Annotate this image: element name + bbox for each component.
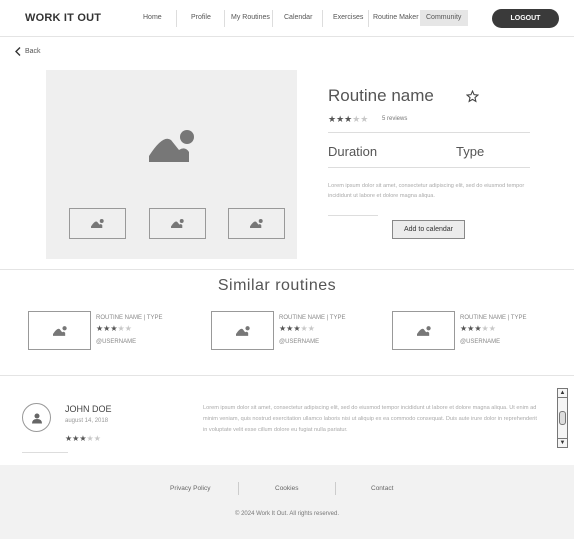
image-placeholder-icon bbox=[91, 219, 104, 228]
star-empty-icon: ★★ bbox=[352, 114, 369, 124]
rating-stars: ★★★★★ bbox=[460, 324, 496, 333]
similar-routines-title: Similar routines bbox=[217, 277, 337, 294]
divider bbox=[328, 215, 378, 216]
nav-routine-maker[interactable]: Routine Maker bbox=[373, 14, 419, 21]
divider bbox=[328, 132, 530, 133]
scroll-up-arrow-icon[interactable]: ▲ bbox=[558, 389, 567, 398]
nav-divider bbox=[176, 10, 177, 27]
similar-routine-card[interactable]: ROUTINE NAME | TYPE ★★★★★ @USERNAME bbox=[392, 311, 562, 351]
nav-exercises[interactable]: Exercises bbox=[333, 14, 363, 21]
similar-routine-username[interactable]: @USERNAME bbox=[96, 339, 136, 345]
nav-community[interactable]: Community bbox=[426, 14, 461, 21]
duration-label: Duration bbox=[328, 144, 378, 159]
divider bbox=[328, 167, 530, 168]
image-placeholder-icon bbox=[416, 325, 431, 336]
similar-routine-username[interactable]: @USERNAME bbox=[279, 339, 319, 345]
routine-name: Routine name bbox=[328, 86, 434, 105]
divider bbox=[22, 452, 68, 453]
reviewer-name[interactable]: JOHN DOE bbox=[65, 404, 112, 414]
privacy-policy-link[interactable]: Privacy Policy bbox=[170, 485, 210, 492]
similar-routine-username[interactable]: @USERNAME bbox=[460, 339, 500, 345]
rating-stars: ★★★★★ bbox=[96, 324, 132, 333]
image-placeholder-icon bbox=[171, 219, 184, 228]
thumbnail[interactable] bbox=[69, 208, 126, 239]
review-count[interactable]: 5 reviews bbox=[382, 116, 407, 122]
similar-routine-name[interactable]: ROUTINE NAME | TYPE bbox=[279, 315, 345, 321]
star-empty-icon: ★★ bbox=[481, 324, 496, 333]
chevron-left-icon bbox=[15, 47, 21, 56]
image-placeholder-icon bbox=[235, 325, 250, 336]
scroll-down-arrow-icon[interactable]: ▼ bbox=[558, 438, 567, 447]
section-divider bbox=[0, 269, 574, 270]
star-empty-icon: ★★ bbox=[86, 434, 101, 443]
copyright: © 2024 Work It Out. All rights reserved. bbox=[234, 511, 340, 517]
routine-thumbnail[interactable] bbox=[211, 311, 274, 350]
star-icon: ★★★ bbox=[328, 114, 353, 124]
star-icon: ★★★ bbox=[96, 324, 118, 333]
nav-my-routines[interactable]: My Routines bbox=[231, 14, 270, 21]
scroll-thumb[interactable] bbox=[559, 411, 566, 425]
logout-button[interactable]: LOGOUT bbox=[492, 9, 559, 28]
footer: Privacy Policy Cookies Contact © 2024 Wo… bbox=[0, 465, 574, 539]
avatar[interactable] bbox=[22, 403, 51, 432]
type-label: Type bbox=[456, 144, 485, 159]
nav-divider bbox=[368, 10, 369, 27]
rating-stars: ★★★★★ bbox=[65, 434, 101, 443]
star-empty-icon: ★★ bbox=[300, 324, 315, 333]
star-icon: ★★★ bbox=[65, 434, 87, 443]
section-divider bbox=[0, 375, 574, 376]
star-icon: ★★★ bbox=[460, 324, 482, 333]
thumbnail[interactable] bbox=[228, 208, 285, 239]
footer-divider bbox=[238, 482, 239, 495]
routine-thumbnail[interactable] bbox=[28, 311, 91, 350]
nav-divider bbox=[224, 10, 225, 27]
review-text: Lorem ipsum dolor sit amet, consectetur … bbox=[203, 405, 537, 433]
image-placeholder-icon bbox=[52, 325, 67, 336]
header: WORK IT OUT Home Profile My Routines Cal… bbox=[0, 0, 574, 37]
favorite-star-icon[interactable] bbox=[466, 90, 479, 103]
rating-stars: ★★★★★ bbox=[279, 324, 315, 333]
similar-routine-name[interactable]: ROUTINE NAME | TYPE bbox=[96, 315, 162, 321]
nav-divider bbox=[272, 10, 273, 27]
add-to-calendar-button[interactable]: Add to calendar bbox=[392, 220, 465, 239]
back-label: Back bbox=[25, 48, 41, 55]
thumbnail[interactable] bbox=[149, 208, 206, 239]
image-placeholder-icon[interactable] bbox=[149, 130, 195, 162]
similar-routine-card[interactable]: ROUTINE NAME | TYPE ★★★★★ @USERNAME bbox=[211, 311, 381, 351]
footer-divider bbox=[335, 482, 336, 495]
image-gallery bbox=[46, 70, 297, 259]
review-scrollbar[interactable]: ▲ ▼ bbox=[557, 388, 568, 448]
nav-profile[interactable]: Profile bbox=[191, 14, 211, 21]
similar-routine-name[interactable]: ROUTINE NAME | TYPE bbox=[460, 315, 526, 321]
nav-divider bbox=[322, 10, 323, 27]
routine-description: Lorem ipsum dolor sit amet, consectetur … bbox=[328, 183, 525, 199]
nav-home[interactable]: Home bbox=[143, 14, 162, 21]
image-placeholder-icon bbox=[250, 219, 263, 228]
nav-calendar[interactable]: Calendar bbox=[284, 14, 312, 21]
user-icon bbox=[31, 413, 42, 423]
rating-stars: ★★★★★ bbox=[328, 114, 368, 125]
review-date: august 14, 2018 bbox=[65, 418, 109, 424]
contact-link[interactable]: Contact bbox=[371, 485, 393, 492]
star-empty-icon: ★★ bbox=[117, 324, 132, 333]
back-link[interactable]: Back bbox=[15, 47, 41, 56]
star-icon: ★★★ bbox=[279, 324, 301, 333]
routine-thumbnail[interactable] bbox=[392, 311, 455, 350]
similar-routine-card[interactable]: ROUTINE NAME | TYPE ★★★★★ @USERNAME bbox=[28, 311, 198, 351]
logo[interactable]: WORK IT OUT bbox=[25, 12, 101, 24]
cookies-link[interactable]: Cookies bbox=[275, 485, 298, 492]
